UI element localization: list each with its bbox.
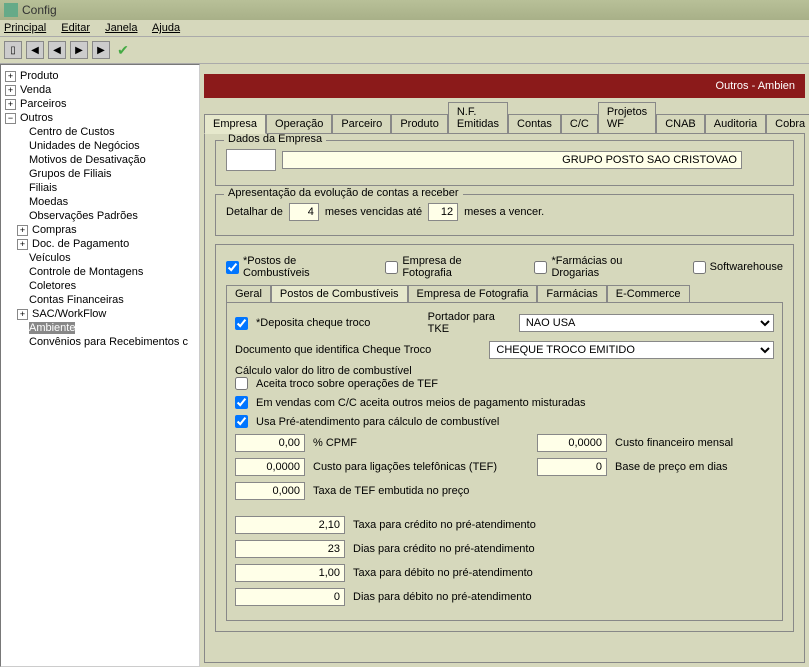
- cb-aceita-troco[interactable]: [235, 377, 248, 390]
- tree-coletores[interactable]: Coletores: [3, 279, 197, 293]
- tab-auditoria[interactable]: Auditoria: [705, 114, 766, 133]
- cb-farmacias[interactable]: [534, 261, 547, 274]
- cb-deposita-cheque[interactable]: [235, 317, 248, 330]
- tab-nf-emitidas[interactable]: N.F. Emitidas: [448, 102, 508, 133]
- window-title: Config: [22, 3, 57, 17]
- tab-cobra[interactable]: Cobra: [766, 114, 809, 133]
- dias-deb-input[interactable]: [235, 588, 345, 606]
- page-header: Outros - Ambien: [204, 74, 805, 98]
- tab-cc[interactable]: C/C: [561, 114, 598, 133]
- tree-filiais[interactable]: Filiais: [3, 181, 197, 195]
- tree-produto[interactable]: +Produto: [3, 69, 197, 83]
- tree-contas-financeiras[interactable]: Contas Financeiras: [3, 293, 197, 307]
- cb-fotografia[interactable]: [385, 261, 398, 274]
- tree-convenios[interactable]: Convênios para Recebimentos c: [3, 335, 197, 349]
- tab-projetos-wf[interactable]: Projetos WF: [598, 102, 656, 133]
- tab-operacao[interactable]: Operação: [266, 114, 332, 133]
- tree-view[interactable]: +Produto +Venda +Parceiros −Outros Centr…: [0, 64, 200, 667]
- cb-postos[interactable]: [226, 261, 239, 274]
- sub-tabs: Geral Postos de Combustíveis Empresa de …: [226, 285, 783, 302]
- nav-last-icon[interactable]: ▶: [92, 41, 110, 59]
- taxa-cred-input[interactable]: [235, 516, 345, 534]
- meses-vencidas-input[interactable]: [289, 203, 319, 221]
- cb-softwarehouse[interactable]: [693, 261, 706, 274]
- calc-title: Cálculo valor do litro de combustível: [235, 365, 774, 377]
- tree-controle-montagens[interactable]: Controle de Montagens: [3, 265, 197, 279]
- group-evolucao-contas: Apresentação da evolução de contas a rec…: [215, 194, 794, 236]
- tree-motivos-desativacao[interactable]: Motivos de Desativação: [3, 153, 197, 167]
- empresa-nome-input[interactable]: [282, 151, 742, 169]
- menu-editar[interactable]: Editar: [61, 22, 90, 34]
- nav-back-icon[interactable]: ◀: [48, 41, 66, 59]
- tree-ambiente[interactable]: Ambiente: [3, 321, 197, 335]
- tree-doc-pagamento[interactable]: +Doc. de Pagamento: [3, 237, 197, 251]
- tree-veiculos[interactable]: Veículos: [3, 251, 197, 265]
- taxa-tef-input[interactable]: [235, 482, 305, 500]
- tab-produto[interactable]: Produto: [391, 114, 448, 133]
- tree-moedas[interactable]: Moedas: [3, 195, 197, 209]
- select-doc-cheque[interactable]: CHEQUE TROCO EMITIDO: [489, 341, 774, 359]
- group-config: *Postos de Combustíveis Empresa de Fotog…: [215, 244, 794, 632]
- subtab-postos[interactable]: Postos de Combustíveis: [271, 285, 408, 302]
- main-tabs: Empresa Operação Parceiro Produto N.F. E…: [204, 102, 805, 133]
- cpmf-input[interactable]: [235, 434, 305, 452]
- tree-parceiros[interactable]: +Parceiros: [3, 97, 197, 111]
- custo-fin-input[interactable]: [537, 434, 607, 452]
- tree-venda[interactable]: +Venda: [3, 83, 197, 97]
- cb-usa-pre[interactable]: [235, 415, 248, 428]
- tab-cnab[interactable]: CNAB: [656, 114, 705, 133]
- custo-lig-input[interactable]: [235, 458, 305, 476]
- subtab-geral[interactable]: Geral: [226, 285, 271, 302]
- tree-grupos-filiais[interactable]: Grupos de Filiais: [3, 167, 197, 181]
- subtab-ecommerce[interactable]: E-Commerce: [607, 285, 690, 302]
- nav-first-icon[interactable]: ▯: [4, 41, 22, 59]
- menu-principal[interactable]: Principal: [4, 22, 46, 34]
- tree-centro-custos[interactable]: Centro de Custos: [3, 125, 197, 139]
- select-portador-tke[interactable]: NAO USA: [519, 314, 774, 332]
- menu-janela[interactable]: Janela: [105, 22, 137, 34]
- menubar: Principal Editar Janela Ajuda: [0, 20, 809, 37]
- nav-prev-icon[interactable]: ◀: [26, 41, 44, 59]
- subtab-fotografia[interactable]: Empresa de Fotografia: [408, 285, 538, 302]
- tree-sac-workflow[interactable]: +SAC/WorkFlow: [3, 307, 197, 321]
- titlebar: Config: [0, 0, 809, 20]
- tab-parceiro[interactable]: Parceiro: [332, 114, 391, 133]
- taxa-deb-input[interactable]: [235, 564, 345, 582]
- menu-ajuda[interactable]: Ajuda: [152, 22, 180, 34]
- subtab-farmacias[interactable]: Farmácias: [537, 285, 606, 302]
- tree-outros[interactable]: −Outros: [3, 111, 197, 125]
- tree-unidades-negocios[interactable]: Unidades de Negócios: [3, 139, 197, 153]
- app-icon: [4, 3, 18, 17]
- tree-observacoes[interactable]: Observações Padrões: [3, 209, 197, 223]
- confirm-icon[interactable]: ✔: [114, 41, 132, 59]
- tab-empresa[interactable]: Empresa: [204, 114, 266, 134]
- dias-cred-input[interactable]: [235, 540, 345, 558]
- tab-contas[interactable]: Contas: [508, 114, 561, 133]
- group-dados-empresa: Dados da Empresa: [215, 140, 794, 186]
- empresa-id-field[interactable]: [226, 149, 276, 171]
- toolbar: ▯ ◀ ◀ ▶ ▶ ✔: [0, 37, 809, 64]
- tree-compras[interactable]: +Compras: [3, 223, 197, 237]
- cb-vendas-cc[interactable]: [235, 396, 248, 409]
- meses-vencer-input[interactable]: [428, 203, 458, 221]
- base-preco-input[interactable]: [537, 458, 607, 476]
- nav-next-icon[interactable]: ▶: [70, 41, 88, 59]
